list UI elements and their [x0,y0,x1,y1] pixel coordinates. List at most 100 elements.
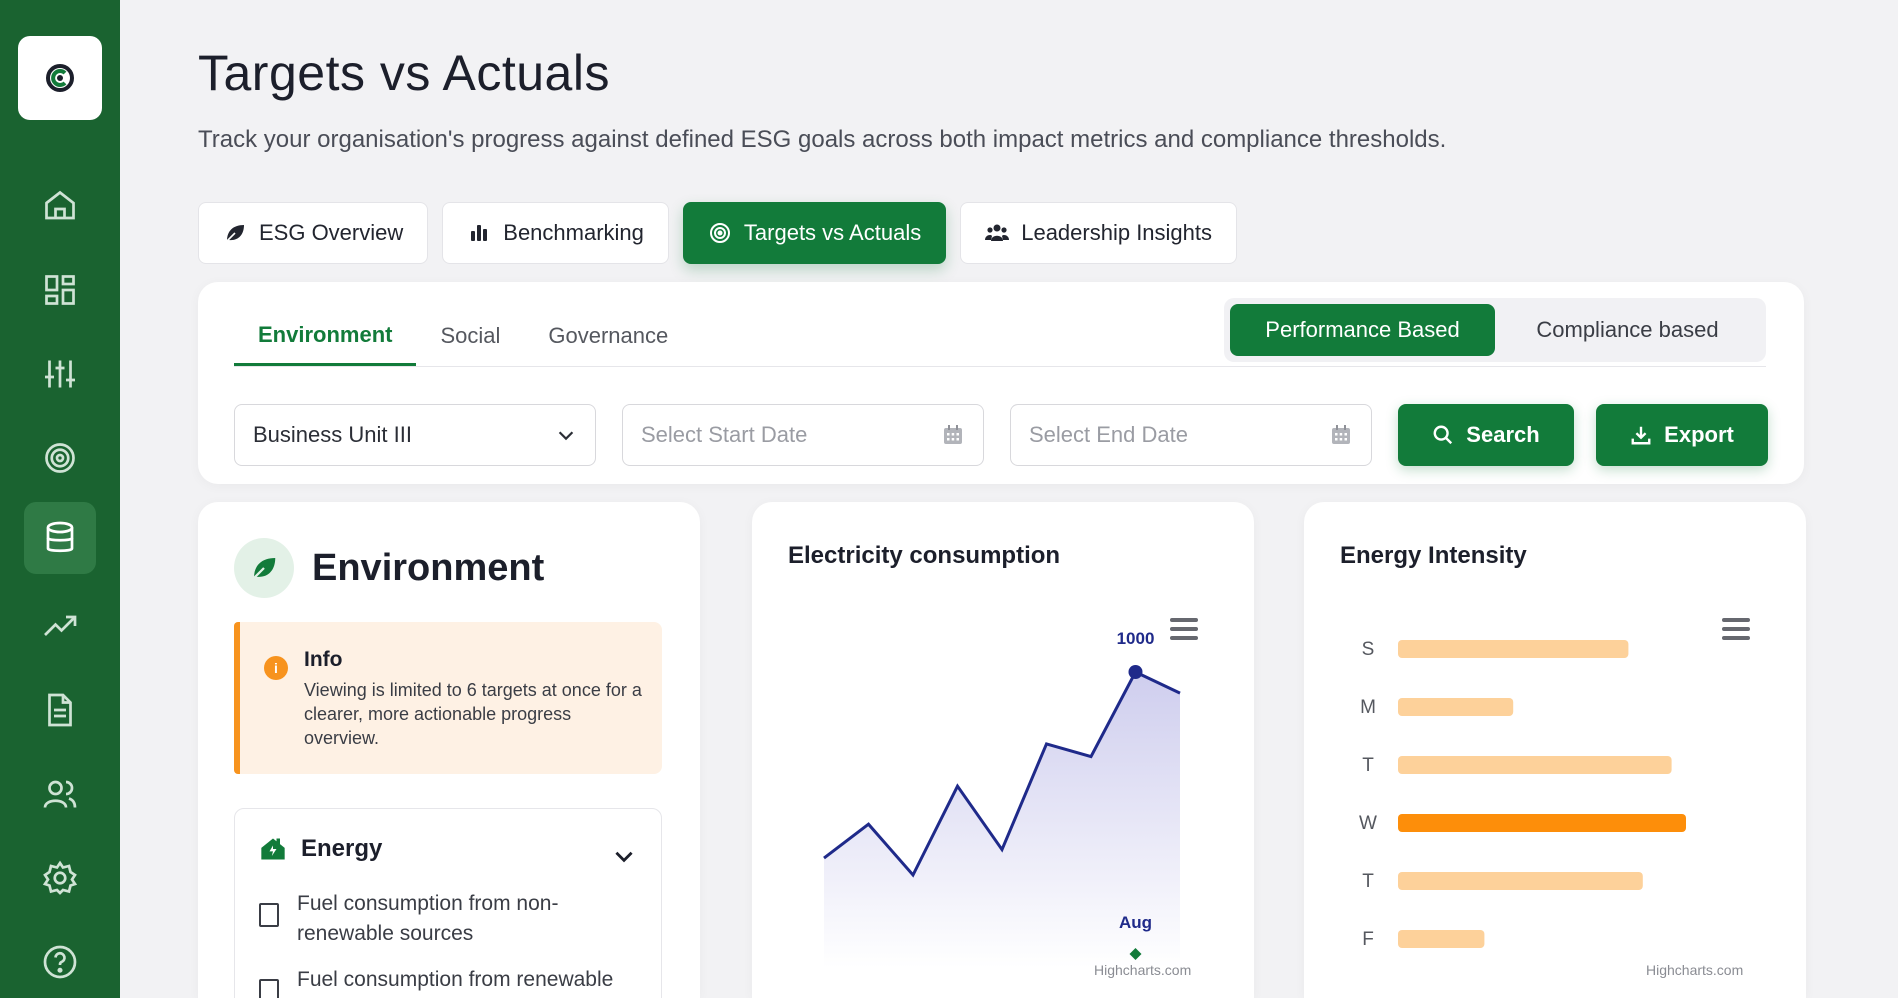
chart-credit: Highcharts.com [1094,962,1192,978]
chevron-down-icon[interactable] [611,843,637,869]
sidebar-item-target[interactable] [24,422,96,494]
page-subtitle: Track your organisation's progress again… [198,126,1447,153]
tab-label: Leadership Insights [1021,220,1213,245]
tab-label: ESG Overview [259,220,404,245]
dashboard-icon [45,275,75,305]
bar [1398,756,1672,774]
leaf-icon-wrapper [234,538,294,598]
tab-targets-vs-actuals[interactable]: Targets vs Actuals [682,202,947,264]
energy-intensity-card: Energy Intensity SMTWTF Highcharts.com [1304,502,1806,998]
y-tick-label: M [1360,697,1376,718]
y-tick-label: F [1362,929,1374,950]
info-icon: i [264,656,288,680]
chevron-down-icon [558,431,574,441]
y-tick-label: T [1362,871,1374,892]
target-checkbox[interactable] [259,903,279,927]
sidebar-item-home[interactable] [24,170,96,242]
y-tick-label: S [1362,639,1375,660]
home-energy-icon [261,838,285,860]
toggle-performance-based[interactable]: Performance Based [1230,304,1495,356]
sidebar-item-users[interactable] [24,758,96,830]
tab-esg-overview[interactable]: ESG Overview [198,202,429,264]
target-label: Fuel consumption from non-renewable sour… [297,892,559,945]
target-label: Fuel consumption from renewable [297,968,614,991]
export-label: Export [1664,422,1734,447]
end-date-placeholder: Select End Date [1029,422,1188,447]
sidebar-item-database[interactable] [24,502,96,574]
tab-benchmarking[interactable]: Benchmarking [442,202,669,264]
chart-point [1128,665,1143,679]
target-checkbox[interactable] [259,979,279,998]
sidebar [0,0,120,998]
divider [234,366,1766,367]
logo[interactable] [18,36,102,120]
environment-card: Environment i Info Viewing is limited to… [198,502,700,998]
bar [1398,814,1686,832]
mode-toggle: Performance Based Compliance based [1224,298,1766,362]
business-unit-select[interactable]: Business Unit III [234,404,596,466]
filter-card: Environment Social Governance Performanc… [198,282,1804,484]
info-banner: i Info Viewing is limited to 6 targets a… [234,622,662,774]
y-tick-label: T [1362,755,1374,776]
download-icon [1631,426,1651,445]
target-item: Fuel consumption from renewable [259,965,627,998]
data-label: 1000 [1117,629,1155,648]
start-date-input[interactable]: Select Start Date [622,404,984,466]
database-icon [46,521,74,553]
search-label: Search [1466,422,1540,447]
bar [1398,698,1514,716]
help-icon [43,945,77,979]
home-icon [45,190,75,220]
category-subtabs: Environment Social Governance [234,306,692,366]
sidebar-item-sliders[interactable] [24,338,96,410]
sidebar-item-trending[interactable] [24,590,96,662]
search-button[interactable]: Search [1398,404,1574,466]
y-tick-label: W [1359,813,1377,834]
target-item: Fuel consumption from non-renewable sour… [259,889,627,949]
sidebar-item-help[interactable] [24,926,96,998]
subtab-governance[interactable]: Governance [524,306,692,366]
electricity-chart-card: Electricity consumption 1000 Aug Highchar… [752,502,1254,998]
tab-label: Targets vs Actuals [743,220,922,245]
sidebar-item-dashboard[interactable] [24,254,96,326]
sidebar-item-documents[interactable] [24,674,96,746]
sidebar-item-settings[interactable] [24,842,96,914]
sliders-icon [45,360,75,388]
subtab-environment[interactable]: Environment [234,306,417,366]
calendar-icon [944,425,962,444]
settings-icon [42,860,78,895]
tab-label: Benchmarking [503,220,644,245]
target-icon [45,443,75,473]
toggle-compliance-based[interactable]: Compliance based [1495,304,1760,356]
users-icon [985,224,1010,241]
business-unit-value: Business Unit III [253,422,412,447]
energy-title: Energy [301,835,383,862]
calendar-icon [1332,425,1350,444]
users-icon [43,780,77,808]
bar [1398,640,1629,658]
chart-credit: Highcharts.com [1646,962,1744,978]
end-date-input[interactable]: Select End Date [1010,404,1372,466]
info-text: Viewing is limited to 6 targets at once … [304,680,642,748]
bar-chart-icon [471,225,488,241]
document-icon [48,693,72,727]
leaf-icon [251,558,276,581]
main-tabs: ESG Overview Benchmarking Targets vs Act… [198,202,1238,264]
export-button[interactable]: Export [1596,404,1768,466]
search-icon [1433,425,1453,445]
info-title: Info [304,648,343,671]
energy-accordion-header[interactable]: Energy [259,835,382,863]
environment-title: Environment [312,546,545,589]
leaf-icon [225,225,244,243]
environment-header: Environment [234,538,544,598]
target-icon [709,223,730,243]
subtab-social[interactable]: Social [416,306,524,366]
trending-icon [44,615,77,636]
logo-c-icon [46,64,74,92]
start-date-placeholder: Select Start Date [641,422,808,447]
electricity-line-chart: 1000 Aug [823,629,1181,968]
bar [1398,872,1643,890]
tab-leadership-insights[interactable]: Leadership Insights [960,202,1238,264]
energy-bar-chart: S M T W T F [1359,639,1686,950]
bar [1398,930,1485,948]
